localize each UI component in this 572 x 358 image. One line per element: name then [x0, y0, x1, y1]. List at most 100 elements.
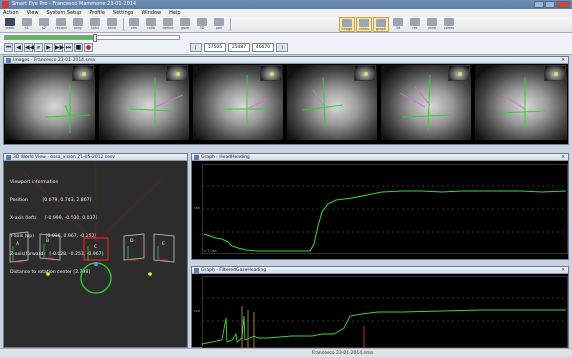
- gaze-heading-graph-title: Graph - FilteredGazeHeading: [201, 268, 267, 273]
- skip-start-icon[interactable]: ⏮: [4, 43, 13, 52]
- mark-out-button[interactable]: ]: [276, 43, 288, 52]
- camera-image-strip: [5, 65, 567, 140]
- s1-icon: [22, 18, 32, 26]
- playback-controls: ⏮ ◀ ◀◀ ⏸ ▶ ▶▶ ⏭ ■ ●: [4, 43, 93, 52]
- graph-button[interactable]: graph: [373, 17, 389, 32]
- menu-profile[interactable]: Profile: [89, 9, 105, 17]
- gaze-button[interactable]: gaze: [177, 17, 193, 32]
- timeline-progress: [5, 36, 96, 39]
- sfm-button[interactable]: sfm: [126, 17, 142, 32]
- pan-icon: [214, 18, 224, 26]
- s1-button[interactable]: s1: [19, 17, 35, 32]
- gaze-heading-graph-header: Graph - FilteredGazeHeading ×: [192, 267, 568, 274]
- world-view-title: 3D World View - ossa_vision 21-05-2012.s…: [13, 155, 115, 160]
- track-icon: [5, 18, 15, 26]
- world-view-icon: [6, 155, 11, 160]
- head-heading-y-label: rad: [194, 206, 200, 210]
- save-icon: [107, 18, 117, 26]
- toolbar-separator: [230, 18, 231, 31]
- 3d-button[interactable]: 3D: [194, 17, 210, 32]
- play-icon: [73, 18, 83, 26]
- zone-icon: [427, 18, 437, 26]
- track-button[interactable]: track: [2, 17, 18, 32]
- close-icon[interactable]: ×: [561, 58, 566, 63]
- head-heading-plot[interactable]: [202, 164, 568, 254]
- menu-window[interactable]: Window: [141, 9, 161, 17]
- 3d-view-button[interactable]: 3d: [390, 17, 406, 32]
- frame-start-field[interactable]: 17505: [204, 43, 226, 52]
- graph-panel-icon: [194, 155, 199, 160]
- head-pose-overlay: [44, 74, 546, 133]
- zone-button[interactable]: zone: [424, 17, 440, 32]
- playback-toolbar: ⏮ ◀ ◀◀ ⏸ ▶ ▶▶ ⏭ ■ ● [ 17505 25487 46670 …: [0, 33, 572, 55]
- screen-label-c: C: [94, 244, 97, 250]
- cube-icon: [197, 18, 207, 26]
- save-button[interactable]: save: [104, 17, 120, 32]
- timeline-thumb[interactable]: [93, 34, 98, 42]
- main-toolbar: track s1 s2 record play load save sfm ca…: [0, 17, 572, 33]
- record-button[interactable]: record: [53, 17, 69, 32]
- close-icon[interactable]: ×: [561, 155, 566, 160]
- views-icon: [359, 19, 369, 27]
- minimize-button[interactable]: [534, 1, 544, 8]
- head-heading-graph-header: Graph - HeadHeading ×: [192, 154, 568, 161]
- close-button[interactable]: [556, 1, 570, 8]
- world-view-panel: 3D World View - ossa_vision 21-05-2012.s…: [3, 153, 188, 348]
- gaze-heading-trace: [202, 309, 566, 345]
- record-icon[interactable]: ●: [84, 43, 93, 52]
- head-heading-graph-title: Graph - HeadHeading: [201, 155, 250, 160]
- s2-button[interactable]: s2: [36, 17, 52, 32]
- zones-button[interactable]: zones: [441, 17, 457, 32]
- pause-icon[interactable]: ⏸: [34, 43, 43, 52]
- close-icon[interactable]: ×: [561, 268, 566, 273]
- window-title: Smart Eye Pro - Francesco Mammone 23-01-…: [12, 1, 137, 7]
- images-panel-title: Images - Francesco 23-01-2014.sma: [13, 58, 95, 63]
- menu-view[interactable]: View: [27, 9, 39, 17]
- skip-end-icon[interactable]: ⏭: [64, 43, 73, 52]
- 3d-icon: [393, 18, 403, 26]
- menu-settings[interactable]: Settings: [113, 9, 134, 17]
- load-button[interactable]: load: [87, 17, 103, 32]
- graph-panel-icon: [194, 268, 199, 273]
- app-icon: [2, 1, 9, 8]
- views-button[interactable]: views: [356, 17, 372, 32]
- menu-system-setup[interactable]: System Setup: [47, 9, 82, 17]
- fast-forward-icon[interactable]: ▶▶: [54, 43, 64, 52]
- graph-icon: [376, 19, 386, 27]
- load-icon: [90, 18, 100, 26]
- image-button[interactable]: image: [339, 17, 355, 32]
- stop-icon[interactable]: ■: [74, 43, 83, 52]
- frame-end-field[interactable]: 46670: [252, 43, 274, 52]
- gaze-heading-plot[interactable]: [202, 276, 568, 348]
- pan-button[interactable]: pan: [211, 17, 227, 32]
- play-icon[interactable]: ▶: [44, 43, 53, 52]
- zones-icon: [444, 18, 454, 26]
- menu-action[interactable]: Action: [3, 9, 19, 17]
- record-icon: [56, 18, 66, 26]
- s2-icon: [39, 18, 49, 26]
- images-panel-icon: [6, 58, 11, 63]
- timeline-slider[interactable]: [4, 34, 180, 42]
- main-window: Smart Eye Pro - Francesco Mammone 23-01-…: [0, 0, 572, 357]
- head-heading-trace: [203, 190, 567, 252]
- step-back-icon[interactable]: ◀: [14, 43, 23, 52]
- world-3d-canvas[interactable]: A B C D E: [4, 162, 187, 348]
- head-heading-graph-panel: Graph - HeadHeading × rad x 7.08s: [191, 153, 569, 260]
- screen-label-b: B: [46, 238, 49, 244]
- screen-label-e: E: [162, 241, 165, 247]
- calib-icon: [146, 18, 156, 26]
- screen-label-a: A: [16, 241, 20, 247]
- define-button[interactable]: define: [160, 17, 176, 32]
- gaze-icon: [180, 18, 190, 26]
- calib-button[interactable]: calib: [143, 17, 159, 32]
- play-button[interactable]: play: [70, 17, 86, 32]
- mark-in-button[interactable]: [: [190, 43, 202, 52]
- rec-icon: [410, 18, 420, 26]
- menu-help[interactable]: Help: [169, 9, 180, 17]
- world-view-header: 3D World View - ossa_vision 21-05-2012.s…: [4, 154, 187, 161]
- gaze-heading-y-label: rad: [194, 309, 200, 313]
- frame-current-field[interactable]: 25487: [228, 43, 250, 52]
- rewind-icon[interactable]: ◀◀: [24, 43, 34, 52]
- maximize-button[interactable]: [545, 1, 555, 8]
- rec-button[interactable]: rec: [407, 17, 423, 32]
